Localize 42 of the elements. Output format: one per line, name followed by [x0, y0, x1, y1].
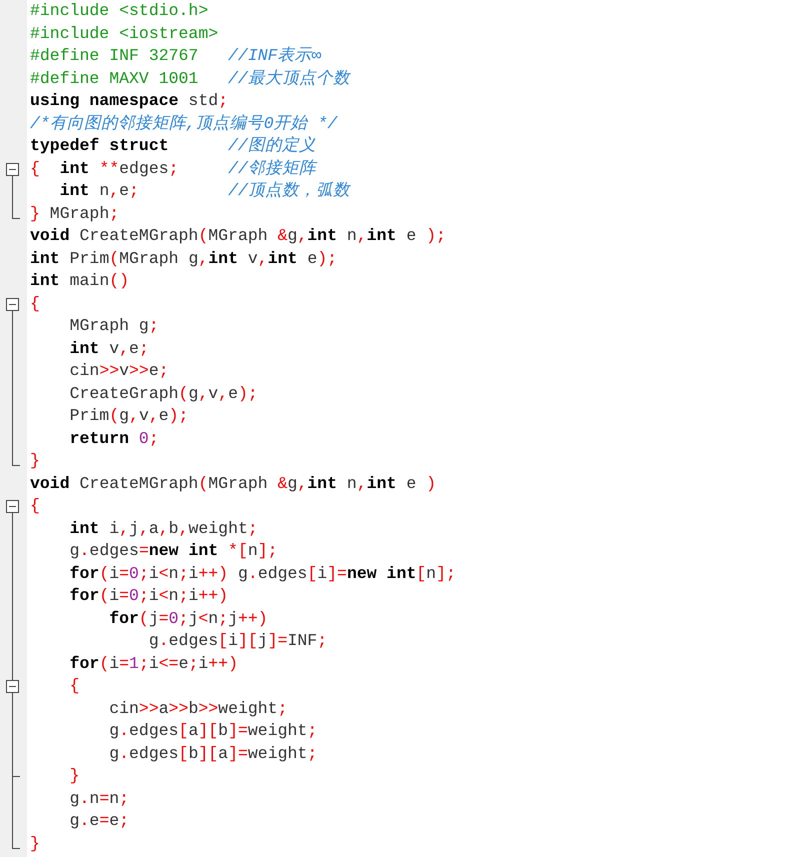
code-line: #include <iostream> [29, 22, 220, 44]
code-line: typedef struct //图的定义 [29, 135, 317, 157]
code-line: { [68, 675, 81, 697]
fold-toggle[interactable] [6, 298, 19, 315]
code-line: for(j=0;j<n;j++) [108, 608, 269, 630]
code-line: return 0; [68, 428, 160, 450]
code-line: int i,j,a,b,weight; [68, 518, 259, 540]
code-line: g.e=e; [68, 810, 130, 832]
code-line: /*有向图的邻接矩阵,顶点编号0开始 */ [29, 112, 339, 134]
code-line: #define MAXV 1001 //最大顶点个数 [29, 68, 352, 90]
code-line: for(i=0;i<n;i++) g.edges[i]=new int[n]; [68, 562, 456, 584]
code-line: int Prim(MGraph g,int v,int e); [29, 248, 338, 270]
code-line: } [29, 450, 41, 472]
code-line: int n,e; //顶点数，弧数 [58, 180, 352, 202]
code-line: using namespace std; [29, 90, 230, 112]
code-line: for(i=0;i<n;i++) [68, 585, 230, 607]
code-line: g.edges=new int *[n]; [68, 540, 279, 562]
code-line: cin>>v>>e; [68, 360, 170, 382]
code-line: int v,e; [68, 338, 150, 360]
code-line: CreateGraph(g,v,e); [68, 382, 259, 404]
code-line: g.edges[i][j]=INF; [148, 630, 328, 652]
fold-toggle[interactable] [6, 675, 19, 698]
code-line: } [68, 765, 81, 787]
code-line: } MGraph; [29, 202, 120, 224]
code-line: g.n=n; [68, 788, 130, 810]
code-line: g.edges[a][b]=weight; [108, 720, 318, 742]
code-line: { [29, 495, 41, 517]
code-line: #include <stdio.h> [29, 0, 210, 22]
code-line: #define INF 32767 //INF表示∞ [29, 45, 322, 67]
code-line: for(i=1;i<=e;i++) [68, 652, 239, 674]
code-line: } [29, 832, 41, 854]
fold-toggle[interactable] [6, 500, 19, 518]
code-line: cin>>a>>b>>weight; [108, 698, 288, 720]
code-line: void CreateMGraph(MGraph &g,int n,int e ) [29, 472, 438, 494]
code-line: void CreateMGraph(MGraph &g,int n,int e ); [29, 225, 447, 247]
fold-toggle[interactable] [6, 162, 19, 180]
code-line: g.edges[b][a]=weight; [108, 742, 318, 764]
code-line: { int **edges; //邻接矩阵 [29, 158, 318, 180]
code-line: int main() [29, 270, 130, 292]
code-line: { [29, 292, 41, 314]
code-line: MGraph g; [68, 315, 160, 337]
code-line: Prim(g,v,e); [68, 405, 190, 427]
